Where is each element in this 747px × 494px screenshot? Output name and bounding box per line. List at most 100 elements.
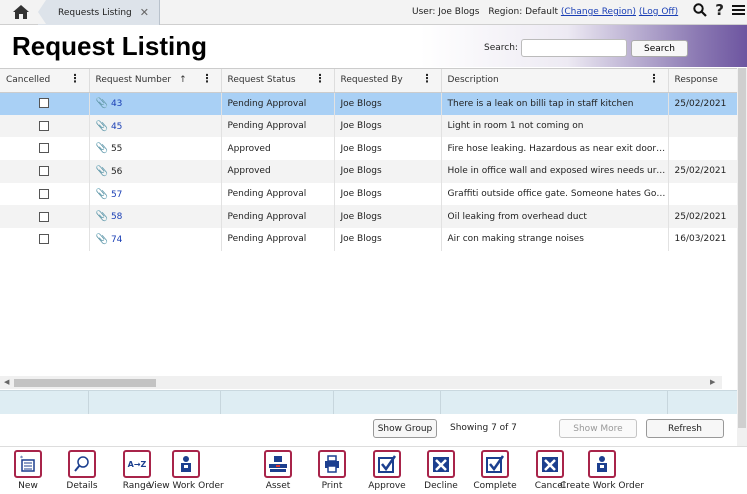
vertical-scrollbar[interactable]: [737, 68, 747, 446]
search-button[interactable]: Search: [631, 40, 688, 57]
scroll-left-icon[interactable]: ◀: [4, 378, 9, 386]
request-number-cell: 📎 57: [89, 182, 222, 206]
empty-row: [0, 342, 747, 365]
magnifier-icon: [68, 450, 96, 478]
request-number[interactable]: 74: [111, 235, 122, 245]
description-cell: Air con making strange noises: [441, 228, 669, 251]
table-row[interactable]: 📎 55 Approved Joe Blogs Fire hose leaking. H…: [0, 137, 747, 161]
search-input[interactable]: [521, 39, 627, 57]
column-label: Request Status: [227, 75, 296, 86]
toolbar-print-button[interactable]: Print: [318, 450, 346, 491]
paperclip-icon: 📎: [95, 165, 108, 177]
top-bar: Requests Listing ✕ User: Joe Blogs Region…: [0, 0, 747, 25]
request-number-cell: 📎 56: [89, 160, 222, 183]
requested-by-cell: Joe Blogs: [334, 114, 442, 138]
search-label: Search:: [484, 43, 518, 53]
search-icon[interactable]: [693, 3, 708, 17]
scrollbar-thumb[interactable]: [14, 379, 156, 387]
toolbar-approve-button[interactable]: Approve: [368, 450, 406, 491]
column-menu-icon[interactable]: ⋮: [70, 73, 81, 85]
request-status-cell: Approved: [221, 160, 335, 183]
requested-by-cell: Joe Blogs: [334, 182, 442, 206]
cancelled-cell: [0, 160, 90, 183]
table-row[interactable]: 📎 45 Pending Approval Joe Blogs Light in roo…: [0, 114, 747, 138]
column-header-request-number[interactable]: Request Number ↑ ⋮: [89, 69, 222, 93]
requested-by-cell: Joe Blogs: [334, 137, 442, 161]
table-row[interactable]: 📎 43 Pending Approval Joe Blogs There is a l…: [0, 92, 747, 115]
toolbar-new-button[interactable]: * New: [14, 450, 42, 491]
response-cell: 25/02/2021: [668, 205, 747, 229]
column-label: Cancelled: [6, 75, 51, 86]
column-menu-icon[interactable]: ⋮: [649, 73, 660, 85]
refresh-button[interactable]: Refresh: [646, 419, 724, 438]
asset-icon: [264, 450, 292, 478]
cancelled-checkbox[interactable]: [39, 143, 50, 154]
request-number[interactable]: 57: [111, 190, 122, 200]
toolbar-complete-button[interactable]: Complete: [473, 450, 517, 491]
toolbar-label: View Work Order: [148, 481, 224, 491]
toolbar-details-button[interactable]: Details: [66, 450, 98, 491]
request-number[interactable]: 43: [111, 99, 122, 109]
cancelled-cell: [0, 228, 90, 251]
table-row[interactable]: 📎 57 Pending Approval Joe Blogs Graffiti out…: [0, 182, 747, 206]
column-header-cancelled[interactable]: Cancelled ⋮: [0, 69, 90, 93]
empty-row: [0, 251, 747, 274]
grid-footer-row: [0, 390, 737, 415]
show-group-button[interactable]: Show Group: [373, 419, 437, 438]
request-grid: Cancelled ⋮ Request Number ↑ ⋮ Request Stat…: [0, 68, 747, 390]
column-header-description[interactable]: Description ⋮: [441, 69, 669, 93]
column-header-request-status[interactable]: Request Status ⋮: [221, 69, 335, 93]
toolbar-create-work-order-button[interactable]: Create Work Order: [560, 450, 644, 491]
paperclip-icon: 📎: [95, 188, 108, 200]
cancelled-checkbox[interactable]: [39, 166, 50, 177]
cancelled-checkbox[interactable]: [39, 120, 50, 131]
close-icon[interactable]: ✕: [140, 6, 149, 19]
cancelled-checkbox[interactable]: [39, 234, 50, 245]
log-off-link[interactable]: (Log Off): [639, 7, 678, 17]
column-header-requested-by[interactable]: Requested By ⋮: [334, 69, 442, 93]
toolbar-label: Complete: [473, 481, 517, 491]
table-row[interactable]: 📎 74 Pending Approval Joe Blogs Air con maki…: [0, 228, 747, 251]
table-row[interactable]: 📎 58 Pending Approval Joe Blogs Oil leaking …: [0, 205, 747, 229]
cancelled-checkbox[interactable]: [39, 188, 50, 199]
toolbar-asset-button[interactable]: Asset: [264, 450, 292, 491]
column-menu-icon[interactable]: ⋮: [422, 73, 433, 85]
cancelled-checkbox[interactable]: [39, 98, 50, 109]
vertical-scrollbar-thumb[interactable]: [738, 68, 746, 428]
sort-asc-icon: ↑: [179, 75, 187, 86]
description-cell: Fire hose leaking. Hazardous as near exi…: [441, 137, 669, 161]
response-cell: 25/02/2021: [668, 92, 747, 115]
menu-icon[interactable]: [732, 4, 745, 16]
grid-header: Cancelled ⋮ Request Number ↑ ⋮ Request Stat…: [0, 69, 747, 93]
cancelled-cell: [0, 92, 90, 115]
horizontal-scrollbar[interactable]: ◀ ▶: [0, 376, 722, 389]
request-number[interactable]: 45: [111, 122, 122, 132]
table-row[interactable]: 📎 56 Approved Joe Blogs Hole in office wall …: [0, 160, 747, 183]
cancelled-checkbox[interactable]: [39, 211, 50, 222]
showing-count: Showing 7 of 7: [450, 423, 517, 433]
help-icon[interactable]: ?: [715, 3, 724, 18]
empty-row: [0, 296, 747, 319]
column-menu-icon[interactable]: ⋮: [315, 73, 326, 85]
column-menu-icon[interactable]: ⋮: [202, 73, 213, 85]
column-label: Response: [674, 75, 718, 86]
toolbar-decline-button[interactable]: Decline: [424, 450, 458, 491]
column-header-response[interactable]: Response: [668, 69, 747, 93]
description-cell: Oil leaking from overhead duct: [441, 205, 669, 229]
tab-requests-listing[interactable]: Requests Listing ✕: [38, 0, 160, 25]
change-region-link[interactable]: (Change Region): [561, 7, 636, 17]
new-doc-icon: *: [14, 450, 42, 478]
show-more-button[interactable]: Show More: [559, 419, 637, 438]
requested-by-cell: Joe Blogs: [334, 92, 442, 115]
printer-icon: [318, 450, 346, 478]
scroll-right-icon[interactable]: ▶: [710, 378, 715, 386]
paperclip-icon: 📎: [95, 98, 108, 110]
toolbar-view-work-order-button[interactable]: View Work Order: [146, 450, 226, 491]
toolbar-label: New: [18, 481, 38, 491]
cancelled-cell: [0, 137, 90, 161]
home-button[interactable]: [4, 0, 38, 24]
check-icon: [481, 450, 509, 478]
request-number[interactable]: 58: [111, 212, 122, 222]
empty-row: [0, 319, 747, 342]
empty-row: [0, 274, 747, 297]
